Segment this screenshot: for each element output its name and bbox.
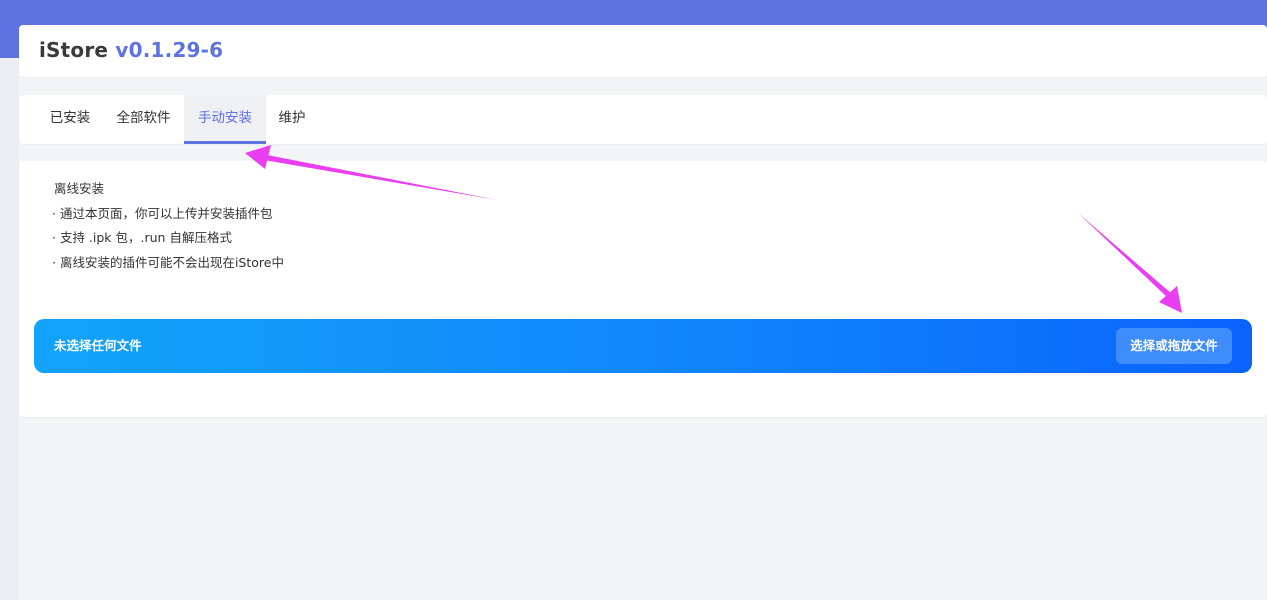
manual-install-panel: 离线安装 · 通过本页面，你可以上传并安装插件包 · 支持 .ipk 包，.ru…	[19, 161, 1267, 417]
header-card: iStore v0.1.29-6	[19, 25, 1267, 77]
app-name: iStore	[39, 38, 109, 62]
tab-maintenance[interactable]: 维护	[266, 95, 318, 144]
info-note: · 通过本页面，你可以上传并安装插件包	[52, 205, 273, 221]
left-sidebar-edge	[0, 58, 19, 600]
app-version: v0.1.29-6	[115, 38, 224, 62]
offline-install-heading: 离线安装	[54, 181, 105, 196]
info-note: · 离线安装的插件可能不会出现在iStore中	[52, 254, 284, 270]
tab-manual-install[interactable]: 手动安装	[184, 95, 266, 144]
file-status-text: 未选择任何文件	[54, 338, 142, 353]
tab-bar: 已安装 全部软件 手动安装 维护	[19, 95, 1267, 144]
app-title: iStore v0.1.29-6	[39, 38, 223, 62]
file-upload-dropzone[interactable]: 未选择任何文件 选择或拖放文件	[34, 319, 1252, 373]
choose-file-button[interactable]: 选择或拖放文件	[1116, 328, 1232, 364]
tab-all-software[interactable]: 全部软件	[103, 95, 184, 144]
info-note: · 支持 .ipk 包，.run 自解压格式	[52, 230, 232, 245]
tab-installed[interactable]: 已安装	[37, 95, 103, 144]
offline-install-info: 离线安装 · 通过本页面，你可以上传并安装插件包 · 支持 .ipk 包，.ru…	[52, 177, 284, 275]
